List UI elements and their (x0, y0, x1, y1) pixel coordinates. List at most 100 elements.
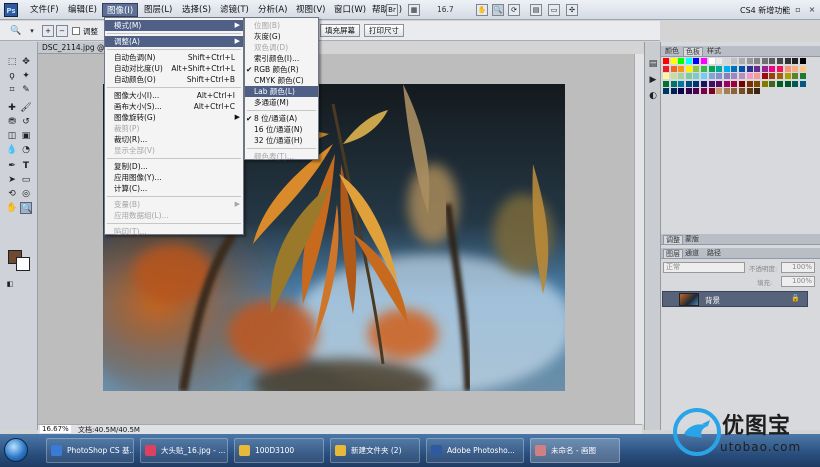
menu-item[interactable]: 多通道(M) (245, 97, 318, 108)
history-brush-tool-icon[interactable]: ↺ (20, 116, 32, 128)
tab-masks[interactable]: 蒙版 (683, 235, 701, 244)
resize-windows-checkbox[interactable] (72, 27, 80, 35)
color-swatch[interactable] (761, 80, 768, 87)
color-swatch[interactable] (716, 73, 723, 80)
color-swatch[interactable] (693, 58, 700, 64)
color-swatch[interactable] (701, 88, 707, 95)
crop-tool-icon[interactable]: ⌗ (6, 84, 18, 96)
color-swatch[interactable] (739, 73, 745, 80)
gradient-tool-icon[interactable]: ▣ (20, 130, 32, 142)
bridge-icon[interactable]: Br (386, 4, 398, 16)
color-swatch[interactable] (663, 65, 669, 72)
menu-item[interactable]: 裁切(R)... (105, 134, 243, 145)
menu-item[interactable]: 文件(F) (26, 3, 63, 17)
view-extras-icon[interactable]: ▦ (408, 4, 420, 16)
taskbar-button[interactable]: 100D3100 (234, 438, 324, 463)
color-swatch[interactable] (723, 88, 730, 95)
color-swatch[interactable] (739, 88, 745, 95)
color-swatch[interactable] (663, 73, 669, 80)
menu-item[interactable]: 计算(C)... (105, 183, 243, 194)
menu-item[interactable]: ✔ RGB 颜色(R) (245, 64, 318, 75)
color-swatch[interactable] (754, 80, 761, 87)
color-swatch[interactable] (769, 58, 776, 64)
brush-tool-icon[interactable]: 🖌 (20, 102, 32, 114)
color-swatch[interactable] (678, 58, 685, 64)
color-swatch[interactable] (678, 88, 685, 95)
menu-item[interactable]: 16 位/通道(N) (245, 124, 318, 135)
swatch-grid[interactable] (663, 58, 811, 104)
chevron-down-icon[interactable]: ▾ (26, 25, 38, 37)
hand-tool-icon[interactable]: ✋ (6, 202, 18, 214)
menu-item[interactable]: 画布大小(S)... Alt+Ctrl+C (105, 101, 243, 112)
color-swatch[interactable] (670, 73, 677, 80)
color-swatch[interactable] (685, 73, 692, 80)
color-swatch[interactable] (761, 73, 768, 80)
color-swatch[interactable] (716, 88, 723, 95)
color-swatch[interactable] (663, 88, 669, 95)
color-swatch[interactable] (784, 73, 791, 80)
taskbar-button[interactable]: Adobe Photosho... (426, 438, 524, 463)
opacity-field[interactable]: 100% (781, 262, 815, 273)
menu-item[interactable]: 滤镜(T) (216, 3, 253, 17)
color-swatch[interactable] (723, 80, 730, 87)
color-swatch[interactable] (792, 73, 799, 80)
hand-tool-icon[interactable]: ✋ (476, 4, 488, 16)
history-panel-icon[interactable]: ▤ (647, 58, 659, 70)
zoom-out-icon[interactable]: − (56, 25, 68, 37)
color-swatch[interactable] (716, 80, 723, 87)
menu-item[interactable]: 图像大小(I)... Alt+Ctrl+I (105, 90, 243, 101)
menu-item[interactable]: 窗口(W) (330, 3, 370, 17)
shape-tool-icon[interactable]: ▭ (20, 174, 32, 186)
color-swatch[interactable] (708, 58, 715, 64)
color-swatch[interactable] (777, 58, 783, 64)
taskbar-button[interactable]: PhotoShop CS 基... (46, 438, 134, 463)
close-icon[interactable]: × (806, 4, 818, 15)
healing-brush-tool-icon[interactable]: ✚ (6, 102, 18, 114)
pen-tool-icon[interactable]: ✒ (6, 160, 18, 172)
fill-screen-button[interactable]: 填充屏幕 (320, 24, 360, 37)
color-swatch[interactable] (716, 58, 723, 64)
background-color-swatch[interactable] (16, 257, 30, 271)
tab-adjustments[interactable]: 调整 (663, 235, 683, 244)
color-swatch[interactable] (754, 58, 761, 64)
color-swatch[interactable] (693, 73, 700, 80)
taskbar-button[interactable]: 未命名 - 画图 (530, 438, 620, 463)
menu-item[interactable]: 索引颜色(I)... (245, 53, 318, 64)
3d-orbit-tool-icon[interactable]: ◎ (20, 188, 32, 200)
restore-icon[interactable]: ▫ (792, 4, 804, 15)
color-swatch[interactable] (792, 80, 799, 87)
menu-item[interactable]: 模式(M) ▶ (105, 20, 243, 31)
color-swatch[interactable] (663, 80, 669, 87)
zoom-tool-preset-icon[interactable]: 🔍 (10, 25, 22, 37)
color-swatch[interactable] (769, 80, 776, 87)
color-swatch[interactable] (701, 58, 707, 64)
tab-channels[interactable]: 通道 (683, 249, 701, 258)
layer-row-background[interactable]: 背景 🔒 (662, 291, 808, 307)
color-swatch[interactable] (777, 65, 783, 72)
rotate-view-icon[interactable]: ⟳ (508, 4, 520, 16)
color-swatch[interactable] (769, 65, 776, 72)
fill-field[interactable]: 100% (781, 276, 815, 287)
color-swatch[interactable] (708, 65, 715, 72)
color-swatch[interactable] (777, 73, 783, 80)
color-swatch[interactable] (693, 88, 700, 95)
taskbar-button[interactable]: 新建文件夹 (2) (330, 438, 420, 463)
color-swatch[interactable] (746, 58, 753, 64)
color-swatch[interactable] (708, 80, 715, 87)
color-swatch[interactable] (784, 80, 791, 87)
color-swatch[interactable] (685, 65, 692, 72)
color-swatch[interactable] (799, 80, 806, 87)
color-swatch[interactable] (769, 73, 776, 80)
color-swatch[interactable] (799, 58, 806, 64)
color-swatch[interactable] (670, 65, 677, 72)
color-swatch[interactable] (746, 80, 753, 87)
color-swatch[interactable] (723, 65, 730, 72)
tab-paths[interactable]: 路径 (705, 249, 723, 258)
menu-item[interactable]: 图层(L) (140, 3, 176, 17)
color-swatch[interactable] (678, 80, 685, 87)
color-swatch[interactable] (723, 73, 730, 80)
taskbar-button[interactable]: 大头贴_16.jpg - ... (140, 438, 228, 463)
color-swatch[interactable] (701, 80, 707, 87)
print-size-button[interactable]: 打印尺寸 (364, 24, 404, 37)
menu-item[interactable]: 应用图像(Y)... (105, 172, 243, 183)
